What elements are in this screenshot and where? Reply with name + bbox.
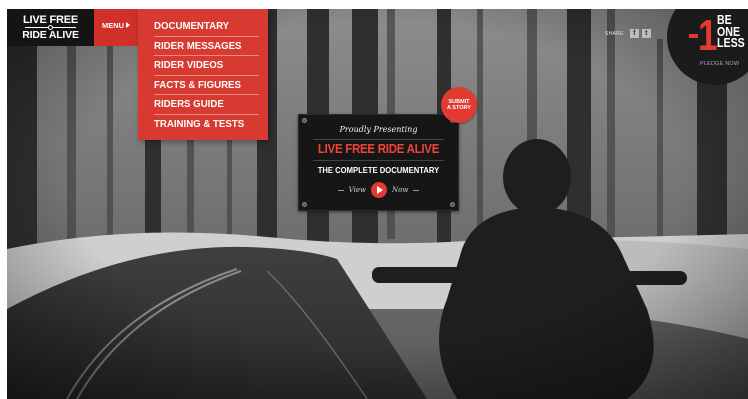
twitter-icon[interactable]: t — [641, 29, 651, 38]
card-divider — [313, 139, 444, 140]
screw-icon — [450, 202, 455, 207]
badge-number: 1 — [698, 11, 718, 60]
menu-item-rider-videos[interactable]: RIDER VIDEOS — [154, 56, 259, 76]
card-divider — [313, 160, 444, 161]
submit-line-2: A STORY — [447, 105, 471, 111]
hero-frame: LIVE FREE RIDE ALIVE MENU DOCUMENTARY RI… — [7, 9, 748, 399]
badge-words: BE ONE LESS — [717, 14, 745, 50]
menu-item-facts-figures[interactable]: FACTS & FIGURES — [154, 76, 259, 95]
logo-line-2: RIDE ALIVE — [22, 29, 79, 41]
menu-button[interactable]: MENU — [94, 9, 138, 46]
screw-icon — [302, 118, 307, 123]
share-label: SHARE — [605, 30, 624, 37]
share-bar: SHARE f t — [605, 29, 651, 38]
menu-item-documentary[interactable]: DOCUMENTARY — [154, 17, 259, 37]
card-title: LIVE FREE RIDE ALIVE — [317, 142, 440, 156]
documentary-card: Proudly Presenting LIVE FREE RIDE ALIVE … — [298, 114, 459, 211]
play-icon[interactable] — [370, 182, 387, 198]
menu-item-riders-guide[interactable]: RIDERS GUIDE — [154, 95, 259, 115]
submit-story-button[interactable]: SUBMIT A STORY — [441, 87, 477, 123]
minus-sign — [689, 34, 698, 38]
now-label: Now — [391, 186, 409, 194]
menu-item-training-tests[interactable]: TRAINING & TESTS — [154, 115, 259, 135]
card-kicker: Proudly Presenting — [339, 125, 418, 134]
view-now-button[interactable]: View Now — [299, 182, 458, 198]
pledge-now-link[interactable]: PLEDGE NOW — [700, 61, 739, 67]
menu-dropdown: DOCUMENTARY RIDER MESSAGES RIDER VIDEOS … — [138, 9, 268, 140]
menu-item-rider-messages[interactable]: RIDER MESSAGES — [154, 37, 259, 56]
card-subtitle: THE COMPLETE DOCUMENTARY — [317, 165, 440, 175]
view-label: View — [348, 186, 366, 194]
site-logo[interactable]: LIVE FREE RIDE ALIVE — [7, 9, 94, 46]
menu-label: MENU — [101, 21, 125, 30]
facebook-icon[interactable]: f — [629, 29, 639, 38]
dash-decor — [337, 189, 344, 191]
badge-word-less: LESS — [717, 36, 745, 50]
caret-right-icon — [126, 22, 131, 28]
dash-decor — [413, 189, 420, 191]
screw-icon — [302, 202, 307, 207]
